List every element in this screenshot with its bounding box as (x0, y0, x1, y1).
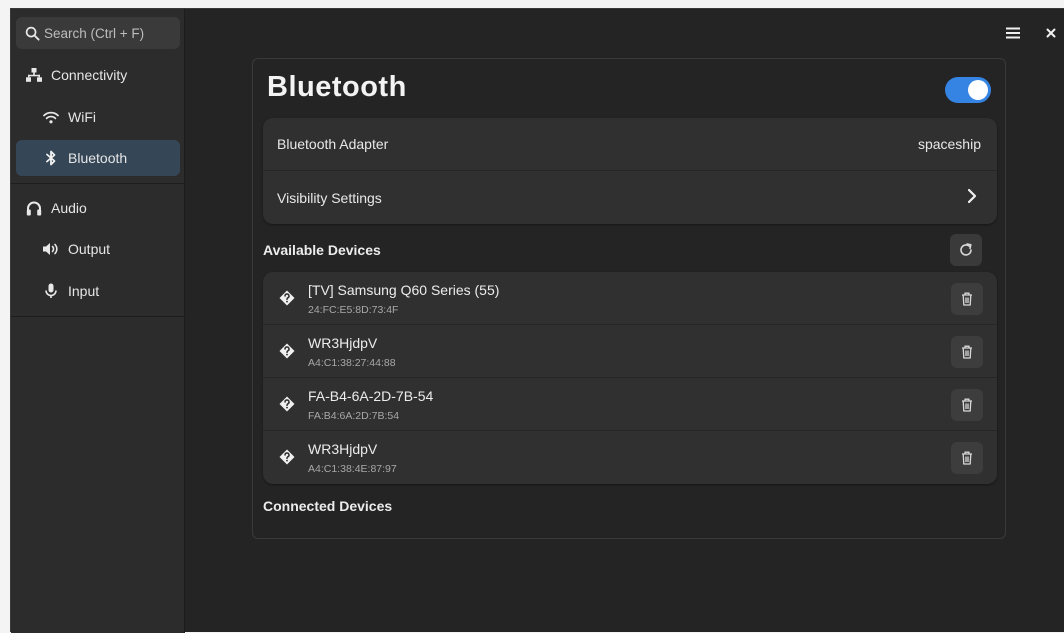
sidebar-item-label: WiFi (68, 109, 96, 125)
device-name: [TV] Samsung Q60 Series (55) (308, 282, 500, 298)
sidebar-item-label: Audio (51, 200, 87, 216)
sidebar-item-label: Input (68, 283, 100, 299)
visibility-label: Visibility Settings (277, 189, 382, 206)
device-name: FA-B4-6A-2D-7B-54 (308, 388, 434, 404)
sidebar-item-label: Bluetooth (68, 150, 128, 166)
sidebar-item-input[interactable]: Input (16, 273, 180, 309)
page-title: Bluetooth (267, 71, 407, 103)
remove-device-button[interactable] (951, 442, 983, 474)
toggle-knob (968, 80, 988, 100)
search-placeholder: Search (Ctrl + F) (44, 25, 145, 41)
remove-device-button[interactable] (951, 336, 983, 368)
device-address: 24:FC:E5:8D:73:4F (308, 304, 399, 316)
adapter-value: spaceship (917, 136, 981, 152)
sidebar-item-wifi[interactable]: WiFi (16, 99, 180, 135)
device-name: WR3HjdpV (308, 441, 378, 457)
sidebar-divider (11, 316, 185, 317)
visibility-settings-row[interactable]: Visibility Settings (263, 171, 997, 224)
device-address: A4:C1:38:27:44:88 (308, 357, 396, 369)
connected-devices-heading: Connected Devices (263, 498, 393, 514)
headphones-icon (25, 200, 43, 216)
hamburger-icon (1006, 27, 1020, 39)
sidebar: Search (Ctrl + F) Connectivity WiFi Blue… (11, 9, 185, 633)
sidebar-item-output[interactable]: Output (16, 231, 180, 267)
remove-device-button[interactable] (951, 283, 983, 315)
device-address: FA:B4:6A:2D:7B:54 (308, 410, 400, 422)
bluetooth-icon (42, 150, 60, 166)
trash-icon (962, 345, 972, 359)
refresh-icon (960, 243, 972, 256)
device-name: WR3HjdpV (308, 335, 378, 351)
trash-icon (962, 451, 972, 465)
close-button[interactable] (1041, 23, 1061, 43)
settings-window: Search (Ctrl + F) Connectivity WiFi Blue… (10, 8, 1064, 633)
sidebar-item-label: Connectivity (51, 67, 128, 83)
adapter-label: Bluetooth Adapter (277, 136, 389, 152)
device-address: A4:C1:38:4E:87:97 (308, 463, 397, 475)
device-row[interactable]: WR3HjdpV A4:C1:38:4E:87:97 (263, 431, 997, 484)
sidebar-item-bluetooth[interactable]: Bluetooth (16, 140, 180, 176)
trash-icon (962, 292, 972, 306)
unknown-device-icon (279, 396, 295, 412)
device-row[interactable]: WR3HjdpV A4:C1:38:27:44:88 (263, 325, 997, 378)
search-icon (25, 26, 40, 41)
chevron-right-icon (967, 188, 977, 204)
trash-icon (962, 398, 972, 412)
device-row[interactable]: [TV] Samsung Q60 Series (55) 24:FC:E5:8D… (263, 272, 997, 325)
close-icon (1046, 28, 1056, 38)
menu-button[interactable] (1003, 23, 1023, 43)
available-devices-list: [TV] Samsung Q60 Series (55) 24:FC:E5:8D… (263, 272, 997, 484)
wifi-icon (42, 109, 60, 125)
microphone-icon (42, 283, 60, 299)
device-row[interactable]: FA-B4-6A-2D-7B-54 FA:B4:6A:2D:7B:54 (263, 378, 997, 431)
remove-device-button[interactable] (951, 389, 983, 421)
sidebar-item-connectivity[interactable]: Connectivity (16, 57, 180, 93)
adapter-row[interactable]: Bluetooth Adapter spaceship (263, 118, 997, 171)
unknown-device-icon (279, 290, 295, 306)
bluetooth-toggle[interactable] (945, 77, 991, 103)
sidebar-divider (11, 183, 185, 184)
unknown-device-icon (279, 343, 295, 359)
adapter-settings-group: Bluetooth Adapter spaceship Visibility S… (263, 118, 997, 224)
speaker-icon (42, 241, 60, 257)
unknown-device-icon (279, 449, 295, 465)
sidebar-item-label: Output (68, 241, 111, 257)
bluetooth-panel: Bluetooth Bluetooth Adapter spaceship Vi… (252, 58, 1006, 539)
refresh-button[interactable] (950, 234, 982, 266)
sidebar-item-audio[interactable]: Audio (16, 190, 180, 226)
network-icon (25, 67, 43, 83)
search-input[interactable]: Search (Ctrl + F) (16, 17, 180, 49)
available-devices-heading: Available Devices (263, 242, 381, 258)
